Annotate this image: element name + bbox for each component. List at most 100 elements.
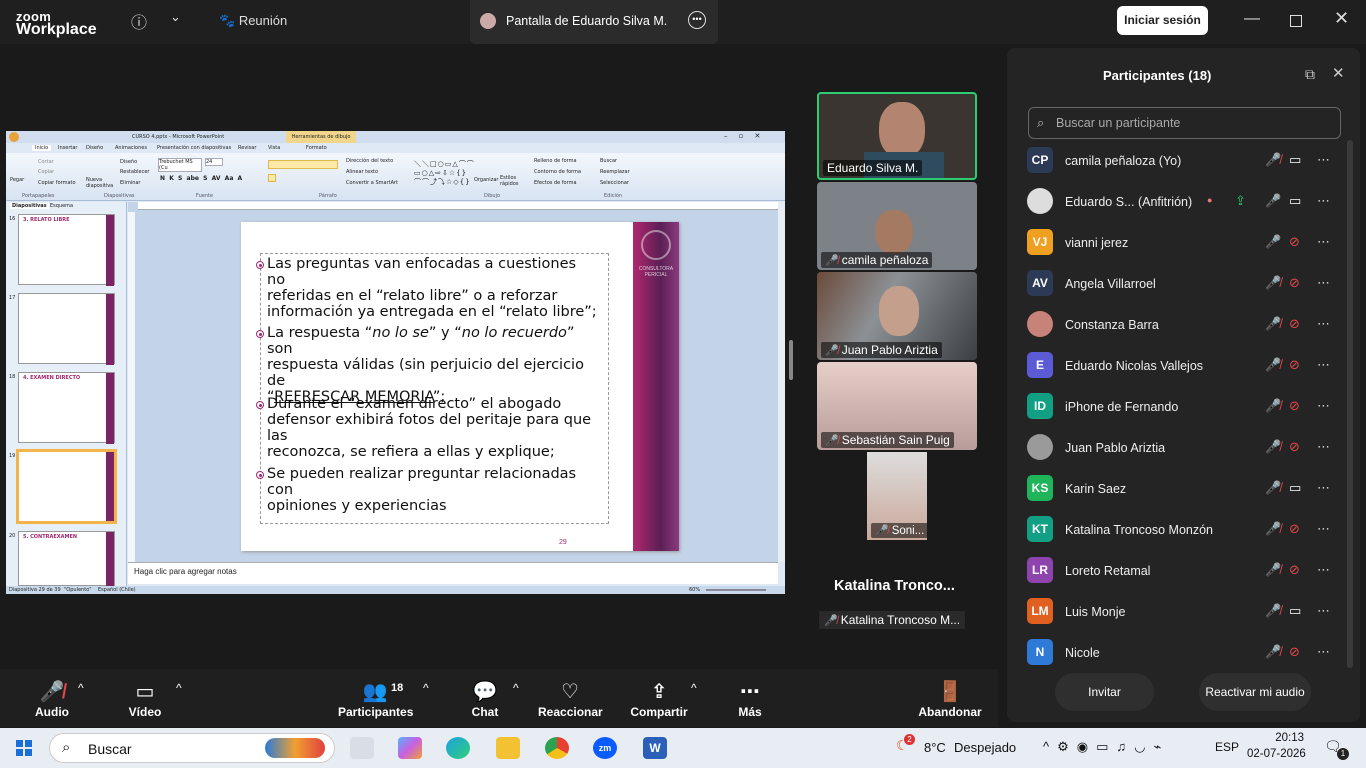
slide-thumbnail[interactable] <box>18 293 115 365</box>
copilot-icon[interactable] <box>398 737 422 759</box>
tab-formato[interactable]: Formato <box>306 145 327 151</box>
select-button[interactable]: Seleccionar <box>600 180 629 186</box>
tab-slides[interactable]: Diapositivas <box>10 203 49 209</box>
camera-off-icon[interactable]: ⊘ <box>1289 357 1300 373</box>
more-icon[interactable]: ⋯ <box>1317 644 1330 660</box>
more-icon[interactable]: ⋯ <box>1317 193 1330 209</box>
task-view-icon[interactable] <box>350 737 374 759</box>
audio-options-icon[interactable]: ^ <box>78 681 84 695</box>
clock-date[interactable]: 02-07-2026 <box>1247 748 1306 760</box>
window-controls[interactable]: – ▫ ✕ <box>724 132 760 140</box>
mic-muted-icon[interactable]: 🎤̸ <box>1265 316 1281 332</box>
camera-icon[interactable]: ▭ <box>1289 480 1301 496</box>
tab-presentacion[interactable]: Presentación con diapositivas <box>157 145 231 151</box>
participant-row[interactable]: CP camila peñaloza (Yo) 🎤̸ ▭ ⋯ <box>1007 141 1347 182</box>
quick-styles-button[interactable]: Estilos rápidos <box>500 175 519 187</box>
smartart-button[interactable]: Convertir a SmartArt <box>346 180 398 186</box>
tab-vista[interactable]: Vista <box>268 145 280 151</box>
notes-area[interactable]: Haga clic para agregar notas <box>128 562 778 584</box>
camera-icon[interactable]: ▭ <box>1289 603 1301 619</box>
resize-handle[interactable] <box>789 340 793 380</box>
shapes-gallery[interactable]: ＼＼□○▭△⌒⌒ ▭○△⇨⇩☆{} ⌒⌒⤴⤵☆◇{} <box>414 159 475 187</box>
slide-thumbnail[interactable]: 5. CONTRAEXAMEN <box>18 531 115 587</box>
arrange-button[interactable]: Organizar <box>474 177 498 183</box>
mic-muted-icon[interactable]: 🎤̸ <box>1265 521 1281 537</box>
zoom-slider[interactable] <box>706 589 766 591</box>
participant-row[interactable]: KT Katalina Troncoso Monzón 🎤̸ ⊘ ⋯ <box>1007 510 1347 551</box>
participant-row[interactable]: E Eduardo Nicolas Vallejos 🎤̸ ⊘ ⋯ <box>1007 346 1347 387</box>
mic-muted-icon[interactable]: 🎤̸ <box>1265 562 1281 578</box>
more-icon[interactable]: ⋯ <box>1317 603 1330 619</box>
word-icon[interactable]: W <box>643 737 667 759</box>
delete-button[interactable]: Eliminar <box>120 180 141 186</box>
font-format-buttons[interactable]: N K S abe S AV Aa A <box>160 175 242 182</box>
mic-muted-icon[interactable]: 🎤̸ <box>1265 398 1281 414</box>
clock-time[interactable]: 20:13 <box>1262 732 1304 744</box>
layout-button[interactable]: Diseño <box>120 159 137 165</box>
video-tile-small[interactable]: 🎤̸ Soni... <box>867 452 927 540</box>
more-icon[interactable]: ⋯ <box>1317 316 1330 332</box>
camera-icon[interactable]: ▭ <box>1289 193 1301 209</box>
shape-fill-button[interactable]: Relleno de forma <box>534 158 577 164</box>
text-direction-button[interactable]: Dirección del texto <box>346 158 393 164</box>
reset-button[interactable]: Restablecer <box>120 169 149 175</box>
tab-animaciones[interactable]: Animaciones <box>115 145 147 151</box>
more-icon[interactable]: ⋯ <box>1317 398 1330 414</box>
tab-diseno[interactable]: Diseño <box>86 145 103 151</box>
camera-off-icon[interactable]: ⊘ <box>1289 275 1300 291</box>
video-tile[interactable]: 🎤̸ camila peñaloza <box>817 182 977 270</box>
reactivate-audio-button[interactable]: Reactivar mi audio <box>1199 673 1311 711</box>
mic-icon[interactable]: 🎤 <box>1265 193 1281 209</box>
mic-icon[interactable]: 🎤 <box>1265 234 1281 250</box>
more-icon[interactable]: ⋯ <box>1317 275 1330 291</box>
video-tile[interactable]: 🎤̸ Juan Pablo Ariztia <box>817 272 977 360</box>
panel-scrollbar[interactable] <box>1347 140 1353 668</box>
format-painter-button[interactable]: Copiar formato <box>38 180 76 186</box>
shape-effects-button[interactable]: Efectos de forma <box>534 180 577 186</box>
more-icon[interactable]: ⋯ <box>1317 152 1330 168</box>
more-icon[interactable]: ⋯ <box>1317 357 1330 373</box>
tab-insertar[interactable]: Insertar <box>58 145 77 151</box>
video-tile[interactable]: 🎤̸ Sebastián Sain Puig <box>817 362 977 450</box>
cut-button[interactable]: Cortar <box>38 159 54 165</box>
chrome-icon[interactable] <box>545 737 569 759</box>
tab-revisar[interactable]: Revisar <box>238 145 256 151</box>
participant-row[interactable]: Constanza Barra 🎤̸ ⊘ ⋯ <box>1007 305 1347 346</box>
more-icon[interactable]: ⋯ <box>1317 562 1330 578</box>
meeting-button[interactable]: 🐾 Reunión <box>219 13 287 29</box>
restore-icon[interactable] <box>1290 15 1302 27</box>
close-icon[interactable]: ✕ <box>1334 8 1349 29</box>
slide[interactable]: CONSULTORA PERICIAL Las preguntas van en… <box>241 222 679 551</box>
video-options-icon[interactable]: ^ <box>176 681 182 695</box>
tray-icons[interactable]: ^⚙◉▭♫◡⌁ <box>1043 739 1169 755</box>
participant-row[interactable]: N Nicole 🎤̸ ⊘ ⋯ <box>1007 633 1347 674</box>
camera-off-icon[interactable]: ⊘ <box>1289 562 1300 578</box>
camera-off-icon[interactable]: ⊘ <box>1289 398 1300 414</box>
chevron-down-icon[interactable]: ⌄ <box>170 9 181 25</box>
replace-button[interactable]: Reemplazar <box>600 169 630 175</box>
edge-icon[interactable] <box>446 737 470 759</box>
office-button-icon[interactable] <box>9 132 19 142</box>
camera-icon[interactable]: ▭ <box>1289 152 1301 168</box>
zoom-app-icon[interactable]: zm <box>593 737 617 759</box>
mic-muted-icon[interactable]: 🎤̸ <box>1265 152 1281 168</box>
react-button[interactable]: ♡ Reaccionar <box>538 679 603 719</box>
audio-button[interactable]: 🎤̸ Audio <box>34 679 70 719</box>
slide-thumbnail-selected[interactable] <box>16 449 117 524</box>
paste-button[interactable]: Pegar <box>10 177 24 183</box>
camera-off-icon[interactable]: ⊘ <box>1289 644 1300 660</box>
camera-off-icon[interactable]: ⊘ <box>1289 316 1300 332</box>
font-size-select[interactable]: 24 <box>205 158 223 166</box>
slide-thumbnail[interactable]: 4. EXAMEN DIRECTO <box>18 372 115 444</box>
video-tile[interactable]: Eduardo Silva M. <box>817 92 977 180</box>
participant-row[interactable]: Eduardo S... (Anfitrión) ● ⇪ 🎤 ▭ ⋯ <box>1007 182 1347 223</box>
info-icon[interactable]: ⓘ <box>131 9 147 33</box>
windows-start-icon[interactable] <box>16 740 32 756</box>
camera-off-icon[interactable]: ⊘ <box>1289 521 1300 537</box>
more-icon[interactable]: ⋯ <box>1317 234 1330 250</box>
video-button[interactable]: ▭ Vídeo <box>126 679 164 719</box>
copy-button[interactable]: Copiar <box>38 169 54 175</box>
mic-muted-icon[interactable]: 🎤̸ <box>1265 275 1281 291</box>
mic-muted-icon[interactable]: 🎤̸ <box>1265 439 1281 455</box>
slide-thumbnail[interactable]: 3. RELATO LIBRE <box>18 214 115 286</box>
